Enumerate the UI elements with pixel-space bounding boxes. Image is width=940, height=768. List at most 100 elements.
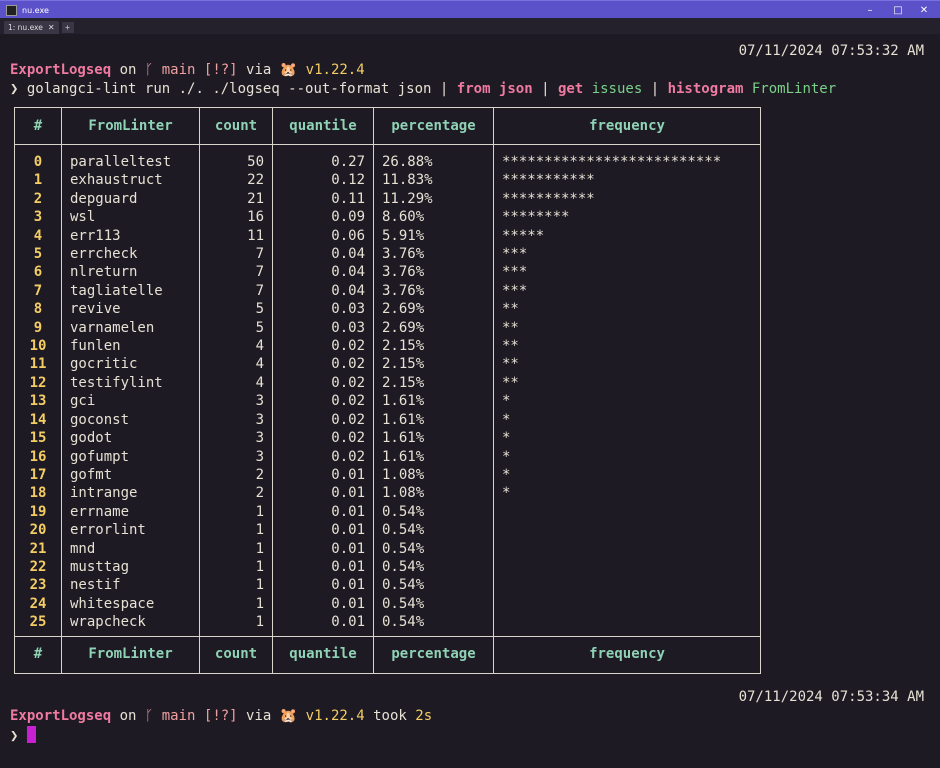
cell-frequency: *** — [493, 281, 761, 301]
cell-quantile: 0.04 — [272, 245, 374, 264]
cell-percentage: 2.15% — [373, 373, 494, 393]
cell-percentage: 2.15% — [373, 355, 494, 374]
cell-percentage: 3.76% — [373, 281, 494, 301]
pipe: | — [541, 81, 550, 97]
table-row: 1 exhaustruct 22 0.12 11.83% *********** — [14, 171, 761, 190]
cell-percentage: 1.61% — [373, 410, 494, 430]
new-tab-button[interactable]: + — [61, 22, 74, 33]
table-row: 15 godot 3 0.02 1.61% * — [14, 429, 761, 448]
terminal-area[interactable]: 07/11/2024 07:53:32 AM ExportLogseq on ᚴ… — [0, 34, 940, 768]
branch-icon: ᚴ — [144, 708, 154, 724]
cell-frequency: ** — [493, 355, 761, 374]
cell-quantile: 0.02 — [272, 355, 374, 374]
table-header-row: # FromLinter count quantile percentage f… — [14, 107, 761, 145]
cell-index: 9 — [14, 318, 62, 338]
table-row: 8 revive 5 0.03 2.69% ** — [14, 300, 761, 319]
cell-linter: paralleltest — [61, 153, 200, 172]
cell-quantile: 0.04 — [272, 263, 374, 282]
table-row: 7 tagliatelle 7 0.04 3.76% *** — [14, 281, 761, 301]
cell-index: 11 — [14, 355, 62, 374]
cell-frequency: * — [493, 392, 761, 411]
cell-frequency: *********** — [493, 189, 761, 209]
prompt-version: v1.22.4 — [305, 62, 365, 78]
cell-percentage: 1.61% — [373, 392, 494, 411]
cell-quantile: 0.01 — [272, 557, 374, 577]
table-spacer — [14, 144, 761, 153]
cell-frequency — [493, 576, 761, 595]
cell-linter: mnd — [61, 539, 200, 558]
cell-linter: wsl — [61, 208, 200, 227]
maximize-icon[interactable]: □ — [884, 1, 912, 19]
hamster-icon: 🐹 — [279, 708, 298, 724]
cell-percentage: 0.54% — [373, 557, 494, 577]
prompt-timestamp: 07/11/2024 07:53:32 AM — [738, 43, 924, 59]
cell-quantile: 0.01 — [272, 484, 374, 503]
prompt-status: [!?] — [203, 708, 238, 724]
prompt-via: via — [246, 62, 272, 78]
cell-frequency: ******** — [493, 208, 761, 227]
cell-linter: errcheck — [61, 245, 200, 264]
prompt-on: on — [119, 62, 137, 78]
cell-linter: musttag — [61, 557, 200, 577]
cell-frequency: * — [493, 447, 761, 466]
cell-count: 1 — [199, 576, 273, 595]
cell-linter: funlen — [61, 337, 200, 356]
minimize-icon[interactable]: – — [856, 1, 884, 19]
col-header-index: # — [14, 107, 62, 145]
prompt-dir: ExportLogseq — [10, 62, 112, 78]
cell-frequency: ***** — [493, 226, 761, 246]
col-footer-frequency: frequency — [493, 635, 761, 674]
table-row: 6 nlreturn 7 0.04 3.76% *** — [14, 263, 761, 282]
cell-quantile: 0.09 — [272, 208, 374, 227]
prompt-chevron: ❯ — [10, 728, 19, 744]
cell-linter: gofumpt — [61, 447, 200, 466]
cell-frequency: *********** — [493, 171, 761, 190]
cell-frequency — [493, 539, 761, 558]
cmd-get: get — [557, 81, 584, 97]
cell-index: 20 — [14, 521, 62, 540]
table-row: 16 gofumpt 3 0.02 1.61% * — [14, 447, 761, 466]
table-row: 17 gofmt 2 0.01 1.08% * — [14, 465, 761, 485]
cell-index: 4 — [14, 226, 62, 246]
cell-index: 0 — [14, 153, 62, 172]
cell-linter: errorlint — [61, 521, 200, 540]
cell-percentage: 2.69% — [373, 318, 494, 338]
cell-quantile: 0.06 — [272, 226, 374, 246]
branch-icon: ᚴ — [144, 62, 154, 78]
cmd-hist-arg: FromLinter — [751, 81, 837, 97]
cell-frequency — [493, 594, 761, 614]
cell-quantile: 0.12 — [272, 171, 374, 190]
input-line[interactable]: ❯ — [10, 726, 36, 744]
cell-quantile: 0.01 — [272, 576, 374, 595]
table-row: 0 paralleltest 50 0.27 26.88% ***************… — [14, 153, 761, 172]
tab-nu[interactable]: 1: nu.exe ✕ — [4, 21, 59, 34]
cell-quantile: 0.03 — [272, 300, 374, 319]
command-line: ❯ golangci-lint run ./. ./logseq --out-f… — [10, 81, 836, 97]
table-row: 18 intrange 2 0.01 1.08% * — [14, 484, 761, 503]
cell-index: 7 — [14, 281, 62, 301]
cell-frequency: ** — [493, 318, 761, 338]
cell-count: 7 — [199, 245, 273, 264]
cell-frequency — [493, 557, 761, 577]
cmd-from: from json — [456, 81, 533, 97]
close-icon[interactable]: ✕ — [910, 1, 938, 19]
cell-linter: nlreturn — [61, 263, 200, 282]
cell-count: 4 — [199, 373, 273, 393]
cell-percentage: 0.54% — [373, 539, 494, 558]
cell-frequency: ************************** — [493, 153, 761, 172]
table-row: 19 errname 1 0.01 0.54% — [14, 502, 761, 522]
cell-percentage: 0.54% — [373, 576, 494, 595]
cell-percentage: 0.54% — [373, 502, 494, 522]
cell-index: 24 — [14, 594, 62, 614]
cell-count: 5 — [199, 318, 273, 338]
col-footer-percentage: percentage — [373, 635, 494, 674]
tab-bar: 1: nu.exe ✕ + — [0, 18, 940, 34]
prompt-via: via — [246, 708, 272, 724]
table-row: 12 testifylint 4 0.02 2.15% ** — [14, 373, 761, 393]
cell-index: 16 — [14, 447, 62, 466]
table-row: 13 gci 3 0.02 1.61% * — [14, 392, 761, 411]
cell-quantile: 0.03 — [272, 318, 374, 338]
cell-percentage: 0.54% — [373, 613, 494, 632]
cell-quantile: 0.02 — [272, 429, 374, 448]
tab-close-icon[interactable]: ✕ — [48, 23, 55, 32]
